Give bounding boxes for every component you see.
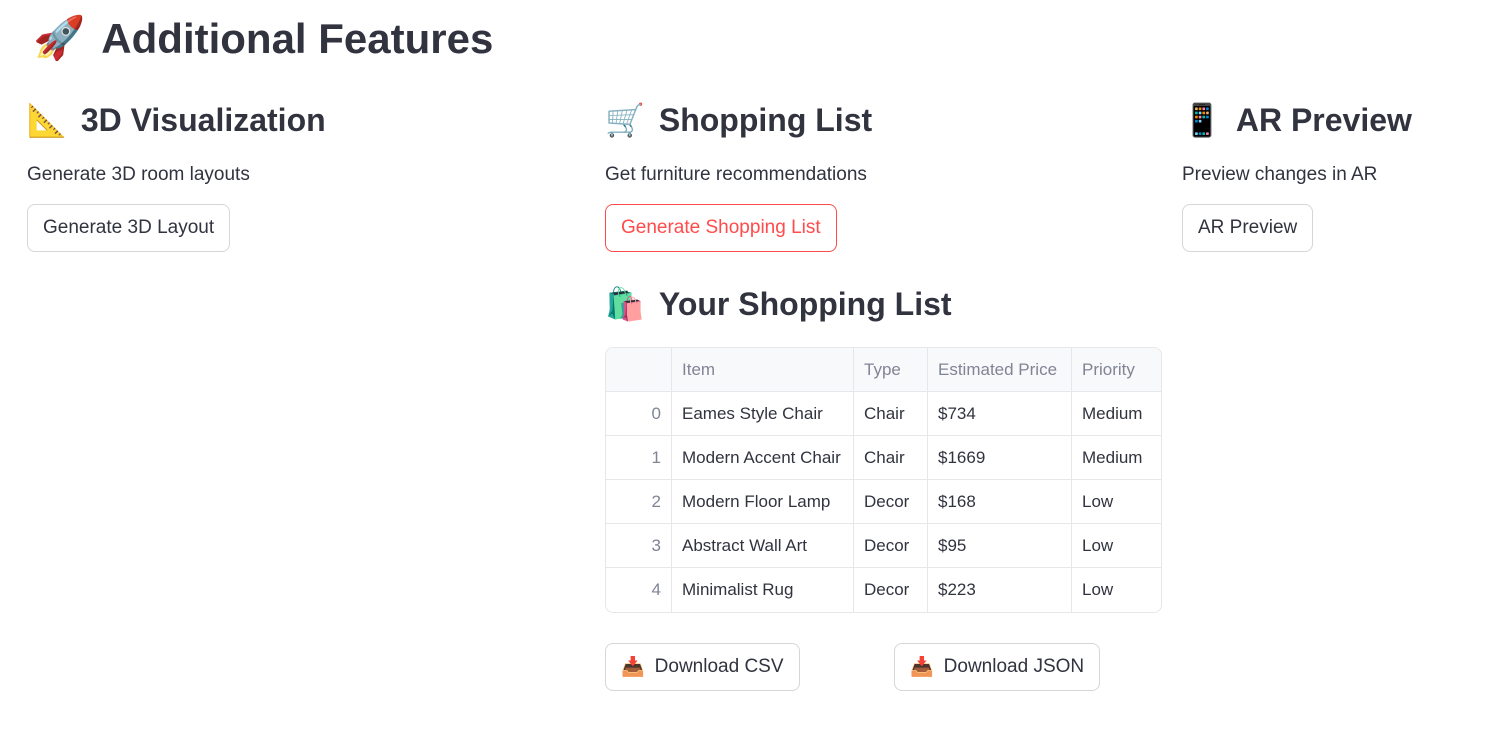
cell-priority[interactable]: Low bbox=[1072, 568, 1161, 612]
visualization-section: 📐 3D Visualization Generate 3D room layo… bbox=[27, 96, 567, 252]
table-row: 4 Minimalist Rug Decor $223 Low bbox=[606, 568, 1161, 612]
cell-type[interactable]: Decor bbox=[854, 524, 928, 568]
column-header-priority[interactable]: Priority bbox=[1072, 348, 1161, 392]
shopping-cart-icon: 🛒 bbox=[605, 102, 645, 138]
download-csv-label: Download CSV bbox=[654, 656, 784, 677]
table-row: 2 Modern Floor Lamp Decor $168 Low bbox=[606, 480, 1161, 524]
column-header-index[interactable] bbox=[606, 348, 672, 392]
column-header-item[interactable]: Item bbox=[672, 348, 854, 392]
table-row: 0 Eames Style Chair Chair $734 Medium bbox=[606, 392, 1161, 436]
cell-type[interactable]: Chair bbox=[854, 392, 928, 436]
cell-type[interactable]: Decor bbox=[854, 568, 928, 612]
ar-section: 📱 AR Preview Preview changes in AR AR Pr… bbox=[1182, 96, 1502, 252]
shopping-section: 🛒 Shopping List Get furniture recommenda… bbox=[605, 96, 1165, 691]
page-title-text: Additional Features bbox=[101, 14, 494, 62]
row-index: 0 bbox=[606, 392, 672, 436]
page: 🚀 Additional Features 📐 3D Visualization… bbox=[0, 0, 1510, 749]
inbox-tray-icon: 📥 bbox=[621, 657, 645, 678]
table-row: 3 Abstract Wall Art Decor $95 Low bbox=[606, 524, 1161, 568]
shopping-bags-icon: 🛍️ bbox=[605, 286, 645, 322]
cell-price[interactable]: $734 bbox=[928, 392, 1072, 436]
table-header-row: Item Type Estimated Price Priority bbox=[606, 348, 1161, 392]
shopping-description: Get furniture recommendations bbox=[605, 164, 867, 185]
shopping-heading: 🛒 Shopping List bbox=[605, 96, 1165, 144]
cell-item[interactable]: Minimalist Rug bbox=[672, 568, 854, 612]
page-title: 🚀 Additional Features bbox=[33, 14, 493, 63]
cell-price[interactable]: $1669 bbox=[928, 436, 1072, 480]
cell-price[interactable]: $168 bbox=[928, 480, 1072, 524]
cell-item[interactable]: Modern Accent Chair bbox=[672, 436, 854, 480]
row-index: 1 bbox=[606, 436, 672, 480]
cell-price[interactable]: $95 bbox=[928, 524, 1072, 568]
download-json-label: Download JSON bbox=[943, 656, 1085, 677]
your-shopping-list-heading: 🛍️ Your Shopping List bbox=[605, 284, 1165, 324]
row-index: 2 bbox=[606, 480, 672, 524]
cell-priority[interactable]: Medium bbox=[1072, 392, 1161, 436]
generate-shopping-list-button[interactable]: Generate Shopping List bbox=[605, 204, 837, 252]
cell-type[interactable]: Chair bbox=[854, 436, 928, 480]
cell-priority[interactable]: Low bbox=[1072, 524, 1161, 568]
cell-type[interactable]: Decor bbox=[854, 480, 928, 524]
download-csv-button[interactable]: 📥 Download CSV bbox=[605, 643, 800, 691]
column-header-type[interactable]: Type bbox=[854, 348, 928, 392]
ar-title: AR Preview bbox=[1235, 101, 1412, 138]
cell-item[interactable]: Abstract Wall Art bbox=[672, 524, 854, 568]
visualization-description: Generate 3D room layouts bbox=[27, 164, 250, 185]
rocket-icon: 🚀 bbox=[33, 14, 86, 61]
generate-3d-layout-button[interactable]: Generate 3D Layout bbox=[27, 204, 231, 252]
cell-item[interactable]: Modern Floor Lamp bbox=[672, 480, 854, 524]
ar-description: Preview changes in AR bbox=[1182, 164, 1378, 185]
mobile-phone-icon: 📱 bbox=[1182, 102, 1222, 138]
cell-item[interactable]: Eames Style Chair bbox=[672, 392, 854, 436]
cell-priority[interactable]: Medium bbox=[1072, 436, 1161, 480]
your-shopping-list-title: Your Shopping List bbox=[658, 285, 952, 322]
shopping-title: Shopping List bbox=[658, 101, 873, 138]
triangular-ruler-icon: 📐 bbox=[27, 102, 67, 138]
row-index: 4 bbox=[606, 568, 672, 612]
visualization-heading: 📐 3D Visualization bbox=[27, 96, 567, 144]
inbox-tray-icon: 📥 bbox=[910, 657, 934, 678]
shopping-list-table[interactable]: Item Type Estimated Price Priority 0 Eam… bbox=[605, 347, 1162, 613]
column-header-price[interactable]: Estimated Price bbox=[928, 348, 1072, 392]
download-buttons: 📥 Download CSV 📥 Download JSON bbox=[605, 643, 1165, 691]
download-json-button[interactable]: 📥 Download JSON bbox=[894, 643, 1101, 691]
ar-preview-button[interactable]: AR Preview bbox=[1182, 204, 1314, 252]
row-index: 3 bbox=[606, 524, 672, 568]
table-row: 1 Modern Accent Chair Chair $1669 Medium bbox=[606, 436, 1161, 480]
cell-price[interactable]: $223 bbox=[928, 568, 1072, 612]
cell-priority[interactable]: Low bbox=[1072, 480, 1161, 524]
visualization-title: 3D Visualization bbox=[80, 101, 326, 138]
ar-heading: 📱 AR Preview bbox=[1182, 96, 1502, 144]
